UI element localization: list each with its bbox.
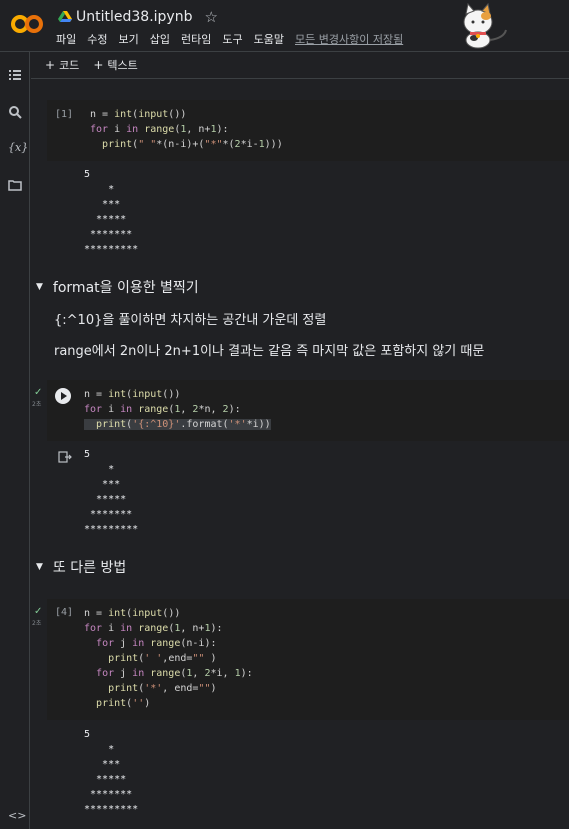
add-text-label: 텍스트 bbox=[107, 59, 138, 72]
add-text-button[interactable]: + 텍스트 bbox=[93, 57, 137, 73]
menu-file[interactable]: 파일 bbox=[56, 31, 76, 47]
section-heading[interactable]: ▼ format을 이용한 별찍기 bbox=[36, 277, 199, 297]
collapse-caret-icon[interactable]: ▼ bbox=[36, 562, 43, 572]
execution-count: [4] bbox=[55, 607, 74, 618]
menu-tools[interactable]: 도구 bbox=[222, 31, 242, 47]
success-check-icon: ✓ bbox=[34, 387, 43, 398]
code-snippets-icon[interactable]: <> bbox=[8, 809, 26, 823]
drive-icon[interactable] bbox=[58, 10, 72, 24]
star-icon[interactable]: ☆ bbox=[204, 8, 217, 26]
code-cell-2[interactable]: n = int(input()) for i in range(1, 2*n, … bbox=[47, 380, 569, 441]
execution-count: [1] bbox=[55, 109, 74, 120]
success-check-icon: ✓ bbox=[34, 606, 43, 617]
save-status[interactable]: 모든 변경사항이 저장됨 bbox=[295, 31, 403, 47]
heading-text: format을 이용한 별찍기 bbox=[52, 280, 199, 296]
text-paragraph: range에서 2n이나 2n+1이나 결과는 같음 즉 마지막 값은 포함하지… bbox=[54, 344, 485, 359]
menu-runtime[interactable]: 런타임 bbox=[181, 31, 211, 47]
search-icon[interactable] bbox=[8, 105, 22, 119]
plus-icon: + bbox=[45, 58, 56, 72]
section-heading[interactable]: ▼ 또 다른 방법 bbox=[36, 557, 126, 577]
files-icon[interactable] bbox=[8, 178, 22, 192]
cell-output: 5 * *** ***** ******* ********* bbox=[84, 729, 139, 815]
menu-edit[interactable]: 수정 bbox=[87, 31, 107, 47]
menu-help[interactable]: 도움말 bbox=[254, 31, 284, 47]
add-code-label: 코드 bbox=[59, 59, 80, 72]
menu-bar: 파일 수정 보기 삽입 런타임 도구 도움말 모든 변경사항이 저장됨 bbox=[56, 31, 403, 47]
plus-icon: + bbox=[93, 58, 104, 72]
colab-logo[interactable] bbox=[10, 12, 44, 36]
doc-title[interactable]: Untitled38.ipynb bbox=[76, 9, 192, 25]
toolbar: + 코드 + 텍스트 bbox=[31, 52, 569, 79]
cell-output: 5 * *** ***** ******* ********* bbox=[84, 449, 139, 535]
run-duration: 2초 bbox=[32, 620, 42, 627]
heading-text: 또 다른 방법 bbox=[52, 560, 127, 576]
collapse-caret-icon[interactable]: ▼ bbox=[36, 282, 43, 292]
menu-insert[interactable]: 삽입 bbox=[150, 31, 170, 47]
code-cell-1[interactable]: [1] n = int(input()) for i in range(1, n… bbox=[47, 100, 569, 161]
run-duration: 2초 bbox=[32, 401, 42, 408]
title-row: Untitled38.ipynb ☆ bbox=[58, 6, 218, 28]
code-cell-3[interactable]: [4] n = int(input()) for i in range(1, n… bbox=[47, 599, 569, 720]
run-cell-button[interactable] bbox=[55, 388, 71, 404]
code-editor[interactable]: n = int(input()) for i in range(1, 2*n, … bbox=[84, 387, 271, 432]
table-of-contents-icon[interactable] bbox=[8, 68, 22, 82]
code-editor[interactable]: n = int(input()) for i in range(1, n+1):… bbox=[90, 107, 283, 152]
add-code-button[interactable]: + 코드 bbox=[45, 57, 79, 73]
text-paragraph: {:^10}을 풀이하면 차지하는 공간내 가운데 정렬 bbox=[54, 313, 327, 328]
cat-mascot-icon bbox=[463, 2, 507, 49]
code-editor[interactable]: n = int(input()) for i in range(1, n+1):… bbox=[84, 606, 253, 711]
cell-output: 5 * *** ***** ******* ********* bbox=[84, 169, 139, 255]
menu-view[interactable]: 보기 bbox=[119, 31, 139, 47]
header: Untitled38.ipynb ☆ 파일 수정 보기 삽입 런타임 도구 도움… bbox=[0, 0, 569, 52]
output-icon[interactable] bbox=[58, 451, 72, 463]
left-rail: {x} <> bbox=[0, 52, 30, 829]
variables-icon[interactable]: {x} bbox=[8, 141, 28, 155]
